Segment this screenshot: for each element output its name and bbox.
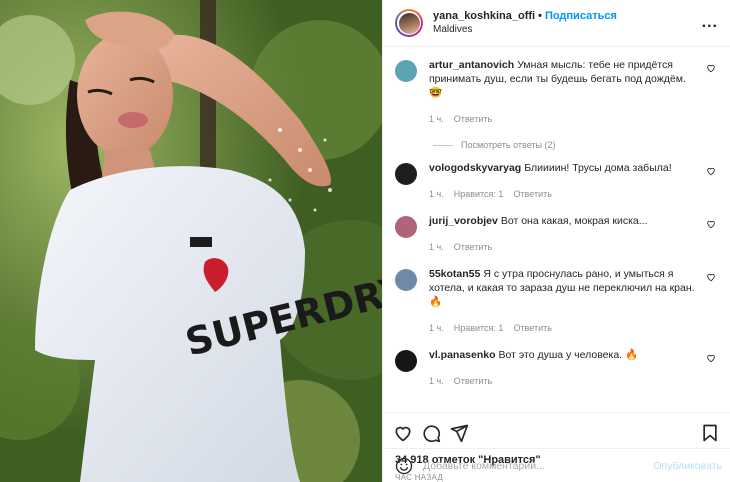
reply-button[interactable]: Ответить <box>513 323 551 333</box>
author-username[interactable]: yana_koshkina_offi <box>433 9 535 23</box>
reply-button[interactable]: Ответить <box>454 376 492 386</box>
commenter-username[interactable]: vl.panasenko <box>429 349 496 361</box>
reply-button[interactable]: Ответить <box>454 114 492 124</box>
post-modal: SUPERDRY yana_koshkina_offi • Подписатьс… <box>0 0 730 482</box>
add-comment-bar: Опубликовать <box>383 448 730 482</box>
commenter-username[interactable]: jurij_vorobjev <box>429 215 498 227</box>
like-heart-icon[interactable] <box>393 423 413 443</box>
post-photo[interactable]: SUPERDRY <box>0 0 382 482</box>
comment-item: jurij_vorobjev Вот она какая, мокрая киск… <box>395 203 718 256</box>
commenter-username[interactable]: vologodskyvaryag <box>429 162 521 174</box>
comment-text: Блиииин! Трусы дома забыла! <box>524 162 672 174</box>
commenter-avatar[interactable] <box>395 216 417 238</box>
emoji-icon[interactable] <box>395 457 413 475</box>
commenter-username[interactable]: 55kotan55 <box>429 268 480 280</box>
comment-time[interactable]: 1 ч. <box>429 376 444 386</box>
post-header: yana_koshkina_offi • Подписаться Maldive… <box>383 0 730 47</box>
more-options-icon[interactable]: ... <box>702 14 718 32</box>
comment-bubble-icon[interactable] <box>421 423 441 443</box>
comment-text: Вот это душа у человека. 🔥 <box>498 349 639 361</box>
comment-item: 55kotan55 Я с утра проснулась рано, и умы… <box>395 256 718 337</box>
like-comment-icon[interactable] <box>706 63 716 73</box>
publish-button[interactable]: Опубликовать <box>653 460 722 472</box>
comment-item: artur_antanovich Умная мысль: тебе не при… <box>395 47 718 128</box>
reply-button[interactable]: Ответить <box>513 189 551 199</box>
like-comment-icon[interactable] <box>706 166 716 176</box>
comment-likes[interactable]: Нравится: 1 <box>454 323 504 333</box>
like-comment-icon[interactable] <box>706 353 716 363</box>
comment-time[interactable]: 1 ч. <box>429 242 444 252</box>
post-actions-bar <box>383 412 730 452</box>
comment-text: Вот она какая, мокрая киска... <box>500 215 648 227</box>
post-location[interactable]: Maldives <box>433 23 702 37</box>
share-paper-plane-icon[interactable] <box>449 423 469 443</box>
like-comment-icon[interactable] <box>706 272 716 282</box>
post-side-panel: yana_koshkina_offi • Подписаться Maldive… <box>382 0 730 482</box>
post-image: SUPERDRY <box>0 0 382 482</box>
view-replies[interactable]: Посмотреть ответы (2) <box>433 140 718 150</box>
comment-time[interactable]: 1 ч. <box>429 323 444 333</box>
commenter-avatar[interactable] <box>395 163 417 185</box>
commenter-avatar[interactable] <box>395 269 417 291</box>
comment-input[interactable] <box>423 459 654 472</box>
separator-dot: • <box>538 10 542 22</box>
comment-item: vologodskyvaryag Блиииин! Трусы дома забы… <box>395 150 718 203</box>
commenter-avatar[interactable] <box>395 350 417 372</box>
replies-divider <box>433 144 453 146</box>
comment-likes[interactable]: Нравится: 1 <box>454 189 504 199</box>
view-replies-label[interactable]: Посмотреть ответы (2) <box>461 140 556 150</box>
commenter-avatar[interactable] <box>395 60 417 82</box>
bookmark-icon[interactable] <box>700 423 720 443</box>
follow-button[interactable]: Подписаться <box>545 9 617 23</box>
like-comment-icon[interactable] <box>706 219 716 229</box>
comments-list: artur_antanovich Умная мысль: тебе не при… <box>383 47 730 412</box>
comment-item: vl.panasenko Вот это душа у человека. 🔥 1… <box>395 337 718 390</box>
comment-time[interactable]: 1 ч. <box>429 189 444 199</box>
comment-time[interactable]: 1 ч. <box>429 114 444 124</box>
commenter-username[interactable]: artur_antanovich <box>429 59 514 71</box>
author-avatar[interactable] <box>395 9 423 37</box>
reply-button[interactable]: Ответить <box>454 242 492 252</box>
